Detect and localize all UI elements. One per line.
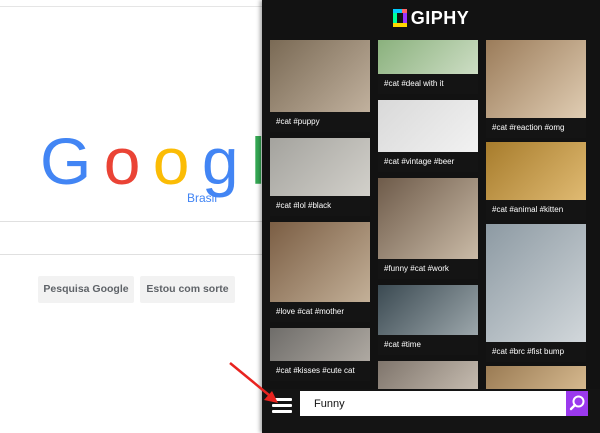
gif-tile[interactable]: #cat #puppy <box>270 40 370 132</box>
gif-tags: #cat #puppy <box>270 112 370 132</box>
giphy-header: GIPHY <box>262 0 600 36</box>
giphy-search-input[interactable] <box>300 391 566 416</box>
logo-country-label: Brasil <box>187 191 218 205</box>
gif-tile[interactable]: #cat #vintage #beer <box>378 100 478 172</box>
gif-tags: #cat #time <box>378 335 478 355</box>
google-search-button[interactable]: Pesquisa Google <box>38 276 134 303</box>
giphy-brand-text: GIPHY <box>410 7 470 28</box>
gif-tags: #funny #cat #work <box>378 259 478 279</box>
giphy-extension-panel: GIPHY #cat #puppy #cat #lol #black #love… <box>262 0 600 433</box>
gif-tile[interactable]: #cat #kisses #cute cat <box>270 328 370 381</box>
gif-image[interactable] <box>486 366 586 390</box>
gif-tags: #cat #reaction #omg <box>486 118 586 138</box>
logo-letter: l <box>250 124 266 198</box>
gif-image[interactable] <box>378 361 478 391</box>
search-box-top-edge[interactable] <box>0 221 262 222</box>
gif-tile[interactable]: #funny #cat #work <box>378 178 478 279</box>
gif-tile[interactable]: #love #cat #mother <box>270 222 370 322</box>
annotation-arrow-icon <box>229 362 278 403</box>
gif-tags: #cat #lol #black <box>270 196 370 216</box>
gif-tile[interactable]: #cat #brc #fist bump <box>486 224 586 362</box>
gif-tile[interactable]: #cat #reaction #omg <box>486 40 586 138</box>
top-divider <box>0 6 262 7</box>
gif-tags: #love #cat #mother <box>270 302 370 322</box>
giphy-logo-icon <box>392 9 407 27</box>
gif-tile[interactable]: #cat #lol #black <box>270 138 370 216</box>
logo-letter: o <box>103 124 141 198</box>
gif-tags: #cat #vintage #beer <box>378 152 478 172</box>
logo-letter: o <box>152 124 190 198</box>
gif-tags: #cat #animal #kitten <box>486 200 586 220</box>
gif-tags: #cat #brc #fist bump <box>486 342 586 362</box>
gif-tile[interactable] <box>378 361 478 391</box>
gif-tags: #cat #deal with it <box>378 74 478 94</box>
gif-tile[interactable]: #cat #time <box>378 285 478 355</box>
logo-letter: G <box>40 124 91 198</box>
search-icon <box>569 395 585 411</box>
search-button[interactable] <box>566 391 588 416</box>
search-box-bottom-edge[interactable] <box>0 254 262 255</box>
gif-tile[interactable]: #cat #deal with it <box>378 40 478 94</box>
logo-letter: g <box>201 124 239 198</box>
gif-tags: #cat #kisses #cute cat <box>270 361 370 381</box>
feeling-lucky-button[interactable]: Estou com sorte <box>140 276 235 303</box>
gif-tile[interactable] <box>486 366 586 390</box>
gif-tile[interactable]: #cat #animal #kitten <box>486 142 586 220</box>
